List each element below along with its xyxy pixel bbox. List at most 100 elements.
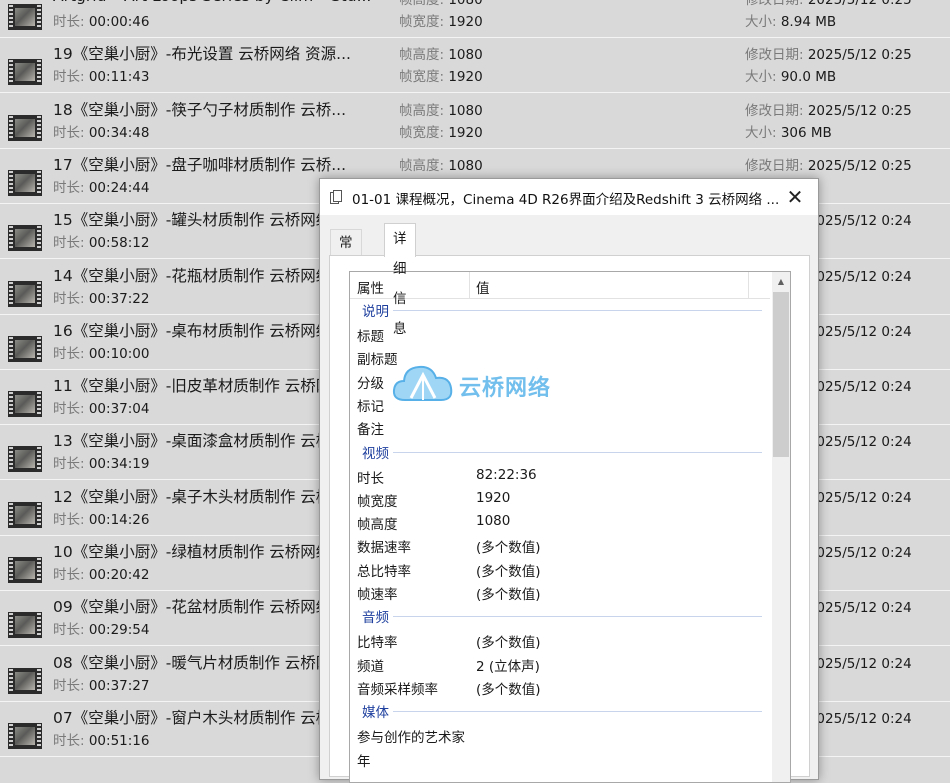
file-duration: 时长: 00:10:00: [53, 342, 149, 362]
property-row[interactable]: 音频采样频率 (多个数值): [350, 675, 770, 698]
property-value[interactable]: (多个数值): [476, 560, 541, 580]
file-row[interactable]: Artgrid – Art Loops Series by Clim – Stu…: [0, 0, 950, 38]
video-thumbnail-icon: [8, 335, 42, 362]
property-row[interactable]: 副标题: [350, 345, 770, 368]
duration-value: 00:00:46: [88, 14, 150, 30]
modified-label: 修改日期:: [745, 157, 808, 174]
duration-value: 00:34:19: [88, 456, 150, 473]
duration-value: 00:37:27: [88, 677, 150, 694]
property-row[interactable]: 时长 82:22:36: [350, 464, 770, 487]
property-name: 帧高度: [357, 517, 398, 534]
file-duration: 时长: 00:20:42: [53, 563, 149, 583]
property-group-header: 说明: [362, 298, 762, 320]
property-name: 备注: [357, 422, 384, 439]
property-value[interactable]: (多个数值): [476, 678, 541, 698]
property-row[interactable]: 数据速率 (多个数值): [350, 533, 770, 556]
file-modified: 修改日期: 2025/5/12 0:25: [745, 99, 912, 119]
file-size: 大小: 90.0 MB: [745, 65, 836, 85]
file-title: Artgrid – Art Loops Series by Clim – Stu…: [53, 0, 383, 5]
property-value[interactable]: (多个数值): [476, 583, 541, 603]
property-row[interactable]: 帧宽度 1920: [350, 487, 770, 510]
frame-height-label: 帧高度:: [399, 0, 449, 8]
duration-label: 时长:: [53, 732, 89, 749]
duration-label: 时长:: [53, 179, 89, 196]
modified-value: 2025/5/12 0:25: [807, 0, 912, 8]
property-row[interactable]: 频道 2 (立体声): [350, 652, 770, 675]
file-frame-height: 帧高度: 1080: [399, 99, 483, 119]
tab-general[interactable]: 常规: [330, 229, 362, 277]
property-row[interactable]: 备注: [350, 415, 770, 438]
file-frame-width: 帧宽度: 1920: [399, 65, 483, 85]
modified-value: 2025/5/12 0:24: [807, 545, 912, 561]
file-duration: 时长: 00:11:43: [53, 65, 149, 85]
file-frame-height: 帧高度: 1080: [399, 43, 483, 63]
property-row[interactable]: 总比特率 (多个数值): [350, 557, 770, 580]
property-row[interactable]: 分级: [350, 369, 770, 392]
property-row[interactable]: 标记: [350, 392, 770, 415]
property-value[interactable]: 2 (立体声): [476, 655, 540, 675]
property-table[interactable]: 属性 值 说明 标题 副标题 分级 标记 备注 视频 时长 82:22:36 帧宽度 1920 帧高度…: [349, 271, 791, 783]
property-value[interactable]: 82:22:36: [476, 467, 537, 483]
property-row[interactable]: 帧速率 (多个数值): [350, 580, 770, 603]
video-thumbnail-icon: [8, 722, 42, 749]
close-button[interactable]: ✕: [772, 179, 818, 215]
vertical-scrollbar[interactable]: ▲: [772, 272, 790, 782]
modified-value: 2025/5/12 0:24: [807, 710, 912, 727]
file-duration: 时长: 00:37:22: [53, 287, 149, 307]
duration-value: 00:10:00: [88, 345, 150, 362]
frame-height-value: 1080: [448, 0, 483, 8]
property-name: 参与创作的艺术家: [357, 730, 465, 747]
property-row[interactable]: 年: [350, 747, 770, 770]
property-name: 数据速率: [357, 540, 411, 557]
property-name: 帧宽度: [357, 493, 398, 510]
property-group-name: 媒体: [362, 701, 393, 722]
property-row[interactable]: 标题: [350, 322, 770, 345]
duration-value: 00:37:22: [88, 290, 150, 307]
property-value[interactable]: 1080: [476, 513, 510, 529]
file-duration: 时长: 00:51:16: [53, 729, 149, 749]
column-divider[interactable]: [469, 272, 470, 298]
modified-value: 2025/5/12 0:24: [807, 323, 912, 340]
property-row[interactable]: 参与创作的艺术家: [350, 723, 770, 746]
properties-dialog: 01-01 课程概况，Cinema 4D R26界面介绍及Redshift 3 …: [319, 178, 819, 783]
file-duration: 时长: 00:58:12: [53, 231, 149, 251]
file-title: 17《空巢小厨》-盘子咖啡材质制作 云桥...: [53, 155, 347, 174]
size-value: 8.94 MB: [780, 14, 837, 30]
property-name: 时长: [357, 470, 384, 487]
dialog-title: 01-01 课程概况，Cinema 4D R26界面介绍及Redshift 3 …: [352, 192, 780, 208]
dialog-titlebar[interactable]: 01-01 课程概况，Cinema 4D R26界面介绍及Redshift 3 …: [320, 179, 818, 215]
tab-details[interactable]: 详细信息: [384, 223, 416, 337]
file-title: 19《空巢小厨》-布光设置 云桥网络 资源...: [53, 45, 351, 64]
video-thumbnail-icon: [8, 446, 42, 473]
file-row[interactable]: 18《空巢小厨》-筷子勺子材质制作 云桥... 时长: 00:34:48 帧高度: …: [0, 94, 950, 149]
column-header-property[interactable]: 属性: [357, 277, 384, 297]
file-title: 18《空巢小厨》-筷子勺子材质制作 云桥...: [53, 100, 347, 119]
video-thumbnail-icon: [8, 4, 42, 30]
frame-height-value: 1080: [448, 157, 483, 174]
modified-value: 2025/5/12 0:24: [807, 489, 912, 506]
file-size: 大小: 8.94 MB: [745, 10, 836, 30]
duration-label: 时长:: [53, 456, 89, 473]
property-value[interactable]: (多个数值): [476, 536, 541, 556]
property-value[interactable]: 1920: [476, 490, 510, 506]
scroll-up-arrow-icon[interactable]: ▲: [772, 272, 790, 290]
modified-label: 修改日期:: [745, 47, 808, 64]
column-header-value[interactable]: 值: [476, 277, 490, 297]
video-thumbnail-icon: [8, 280, 42, 307]
modified-value: 2025/5/12 0:24: [807, 379, 912, 396]
duration-value: 00:51:16: [88, 732, 150, 749]
scrollbar-thumb[interactable]: [773, 292, 789, 457]
property-group-header: 音频: [362, 604, 762, 627]
property-group-name: 说明: [362, 300, 393, 320]
property-row[interactable]: 帧高度 1080: [350, 510, 770, 533]
frame-height-label: 帧高度:: [399, 102, 449, 119]
property-value[interactable]: (多个数值): [476, 631, 541, 651]
property-row[interactable]: 比特率 (多个数值): [350, 628, 770, 651]
video-thumbnail-icon: [8, 391, 42, 418]
column-divider[interactable]: [748, 272, 749, 298]
frame-width-label: 帧宽度:: [399, 124, 449, 141]
file-duration: 时长: 00:14:26: [53, 508, 149, 528]
file-row[interactable]: 19《空巢小厨》-布光设置 云桥网络 资源... 时长: 00:11:43 帧高度:…: [0, 39, 950, 94]
duration-value: 00:58:12: [88, 235, 150, 252]
file-modified: 修改日期: 2025/5/12 0:25: [745, 154, 912, 174]
